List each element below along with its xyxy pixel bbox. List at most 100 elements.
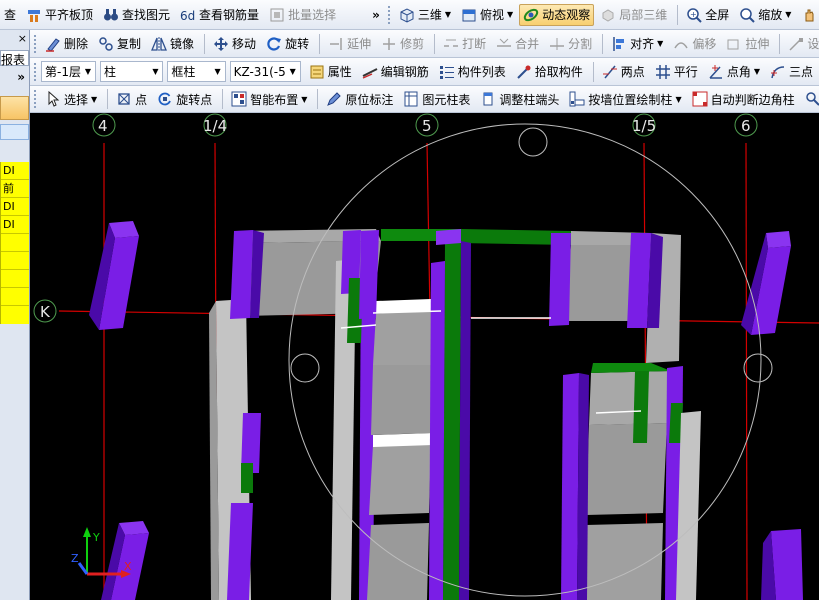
component-list-button[interactable]: 构件列表	[435, 61, 510, 83]
axis-label-5: 5	[422, 117, 432, 135]
orbit-handle-top[interactable]	[518, 127, 548, 157]
adjust-column-end-button[interactable]: 调整柱端头	[476, 88, 563, 110]
3d-viewport[interactable]: 4 1/4 5 1/5 6 K Y X Z	[31, 113, 819, 600]
trim-label: 修剪	[400, 37, 425, 51]
panel-row-selected[interactable]	[0, 124, 29, 140]
top-view-button[interactable]: 俯视 ▼	[457, 4, 517, 26]
rotate-button[interactable]: 旋转	[262, 33, 313, 55]
property-cell[interactable]	[1, 234, 29, 252]
offset-label: 偏移	[692, 37, 717, 51]
core-wall-structure[interactable]	[209, 229, 701, 600]
toolbar-grip[interactable]	[34, 62, 38, 81]
three-point-button[interactable]: 三点	[766, 61, 817, 83]
property-cell[interactable]: DI	[1, 198, 29, 216]
pick-component-button[interactable]: 拾取构件	[512, 61, 587, 83]
select-button[interactable]: 选择 ▼	[41, 88, 101, 110]
orbit-handle-left[interactable]	[290, 353, 320, 383]
two-point-button[interactable]: 两点	[598, 61, 649, 83]
property-cell[interactable]	[1, 270, 29, 288]
trim-icon	[381, 36, 397, 52]
auto-corner-column-icon	[692, 91, 708, 107]
extend-button[interactable]: 延伸	[324, 33, 375, 55]
delete-button[interactable]: 删除	[41, 33, 92, 55]
property-cell[interactable]	[1, 288, 29, 306]
edit-rebar-icon	[362, 64, 378, 80]
type-select[interactable]: 框柱 ▼	[167, 61, 226, 82]
adjust-column-end-icon	[480, 91, 496, 107]
pan-button[interactable]: 平移	[797, 4, 819, 26]
floor-select[interactable]: 第-1层 ▼	[41, 61, 96, 82]
rotate-label: 旋转	[285, 37, 310, 51]
component-list-icon	[439, 64, 455, 80]
offset-button[interactable]: 偏移	[669, 33, 720, 55]
viewport-canvas[interactable]: 4 1/4 5 1/5 6 K Y X Z	[31, 113, 819, 600]
chevron-down-icon: ▼	[753, 67, 760, 76]
properties-button[interactable]: 属性	[305, 61, 356, 83]
copy-button[interactable]: 复制	[94, 33, 145, 55]
panel-header-selected[interactable]	[0, 96, 29, 120]
in-place-label-button[interactable]: 原位标注	[322, 88, 397, 110]
property-cell[interactable]: 前	[1, 180, 29, 198]
zoom-button[interactable]: 缩放 ▼	[735, 4, 795, 26]
break-button[interactable]: 打断	[439, 33, 490, 55]
report-tab[interactable]: 报表	[0, 50, 29, 67]
grip-point-icon	[788, 36, 804, 52]
toolbar-separator	[677, 4, 679, 25]
toolbar-grip[interactable]	[34, 90, 38, 108]
wall-column-button[interactable]: 按墙位置绘制柱 ▼	[565, 88, 685, 110]
properties-label: 属性	[327, 65, 352, 79]
toolbar-overflow-label: »	[372, 7, 380, 22]
point-angle-button[interactable]: 点角 ▼	[704, 61, 764, 83]
category-select[interactable]: 柱 ▼	[99, 61, 164, 82]
mirror-button[interactable]: 镜像	[147, 33, 198, 55]
edit-rebar-button[interactable]: 编辑钢筋	[358, 61, 433, 83]
check-edit-button[interactable]: 查改	[801, 88, 819, 110]
batch-select-button[interactable]: 批量选择	[265, 4, 340, 26]
toolbar-view-button[interactable]: 查	[0, 4, 20, 26]
delete-label: 删除	[64, 37, 89, 51]
split-button[interactable]: 分割	[545, 33, 596, 55]
move-button[interactable]: 移动	[209, 33, 260, 55]
trim-button[interactable]: 修剪	[377, 33, 428, 55]
auto-corner-column-button[interactable]: 自动判断边角柱	[688, 88, 799, 110]
merge-label: 合并	[515, 37, 540, 51]
local-3d-button[interactable]: 局部三维	[596, 4, 671, 26]
merge-button[interactable]: 合并	[492, 33, 543, 55]
toolbar-grip[interactable]	[387, 5, 392, 24]
property-cell[interactable]: DI	[1, 216, 29, 234]
orbit-button[interactable]: 动态观察	[519, 3, 595, 26]
column-left-top[interactable]	[89, 221, 139, 330]
chevron-down-icon: ▼	[84, 67, 92, 76]
toolbar-separator	[602, 33, 604, 54]
grip-point-button[interactable]: 设置夹点	[784, 33, 819, 55]
batch-select-label: 批量选择	[288, 8, 337, 22]
view-3d-button[interactable]: 三维 ▼	[395, 4, 455, 26]
property-cell[interactable]	[1, 252, 29, 270]
toolbar-overflow-button[interactable]: »	[368, 4, 384, 26]
expand-panel-button[interactable]: »	[0, 70, 29, 88]
find-element-button[interactable]: 查找图元	[99, 4, 174, 26]
stretch-button[interactable]: 拉伸	[722, 33, 773, 55]
svg-text:6d: 6d	[180, 9, 195, 23]
toolbar-grip[interactable]	[34, 34, 38, 53]
component-select[interactable]: KZ-31(-5 ▼	[229, 61, 301, 82]
parallel-button[interactable]: 平行	[651, 61, 702, 83]
close-icon[interactable]: ×	[0, 32, 29, 48]
align-icon	[611, 36, 627, 52]
mirror-label: 镜像	[170, 37, 195, 51]
chevron-down-icon: ▼	[214, 67, 221, 76]
point-button[interactable]: 点	[112, 88, 151, 110]
column-right-bottom[interactable]	[761, 529, 803, 600]
rotate-point-button[interactable]: 旋转点	[153, 88, 216, 110]
rebar-quantity-button[interactable]: 6d 查看钢筋量	[176, 4, 263, 26]
orbit-handle-right[interactable]	[743, 353, 773, 383]
select-label: 选择	[64, 92, 89, 107]
column-table-button[interactable]: 图元柱表	[399, 88, 474, 110]
chevron-down-icon: ▼	[675, 94, 682, 104]
align-button[interactable]: 对齐 ▼	[607, 33, 667, 55]
property-cell[interactable]: DI	[1, 162, 29, 180]
align-slab-top-button[interactable]: 平齐板顶	[22, 4, 97, 26]
find-element-label: 查找图元	[122, 8, 171, 22]
smart-layout-button[interactable]: 智能布置 ▼	[227, 88, 311, 110]
fullscreen-button[interactable]: + 全屏	[682, 4, 733, 26]
